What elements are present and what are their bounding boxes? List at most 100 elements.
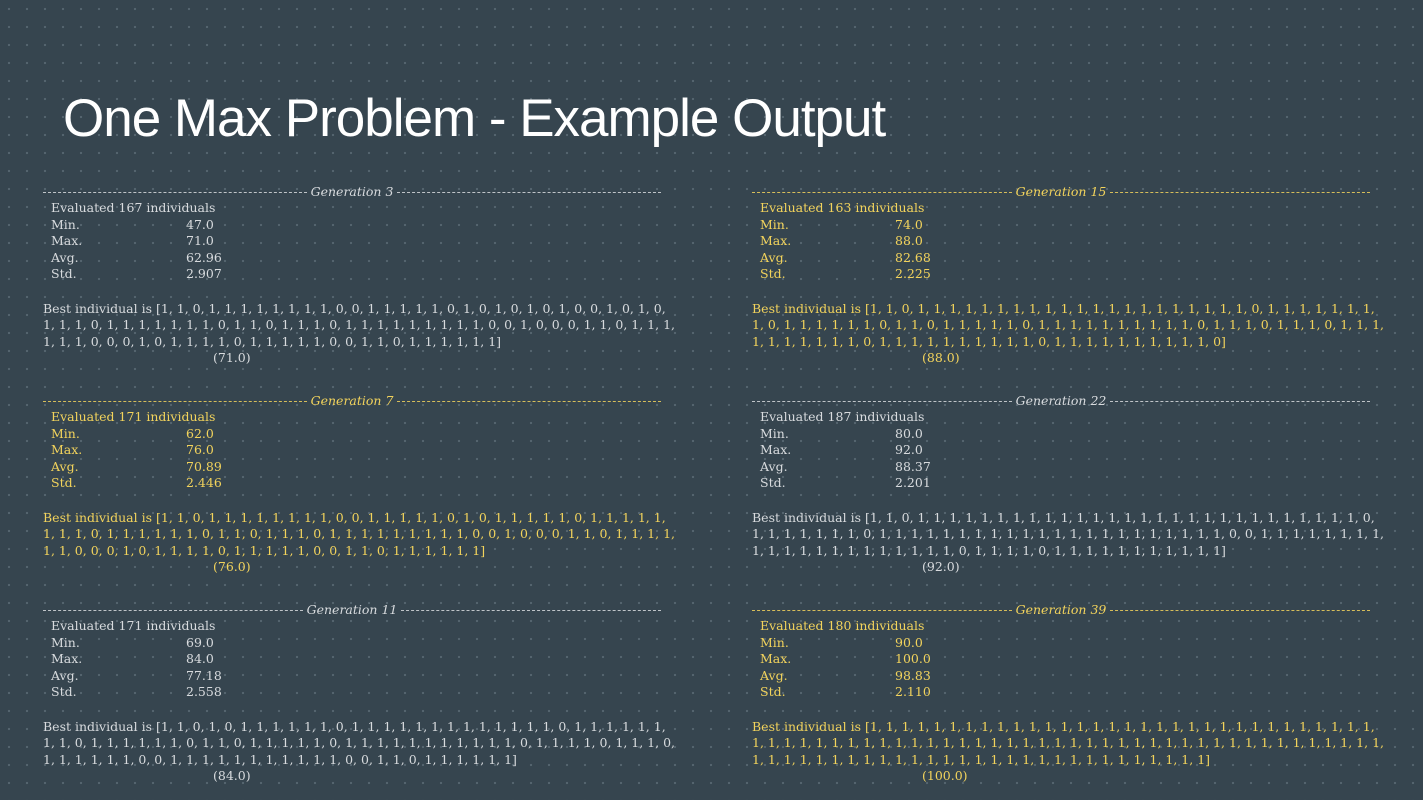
best-individual: Best individual is [1, 1, 0, 1, 0, 1, 1,… (43, 719, 679, 785)
generation-block: Generation 3 Evaluated 167 individuals M… (43, 184, 683, 367)
generation-label: Generation 39 (1015, 601, 1107, 617)
stats: Evaluated 171 individuals Min. 69.0 Max. 8… (43, 618, 683, 701)
stat-std: 2.907 (186, 266, 222, 281)
generation-header: Generation 22 (752, 393, 1370, 409)
stat-label-min: Min. (760, 425, 789, 441)
stat-avg: 70.89 (186, 458, 222, 474)
stat-label-std: Std. (51, 266, 77, 281)
divider (752, 191, 1012, 193)
generation-header: Generation 15 (752, 184, 1370, 200)
slide-title: One Max Problem - Example Output (63, 89, 886, 148)
stat-min: 74.0 (895, 216, 923, 232)
divider (752, 609, 1012, 611)
stat-label-min: Min. (760, 634, 789, 650)
best-fitness: (84.0) (213, 768, 251, 783)
stat-max: 76.0 (186, 442, 214, 457)
generation-header: Generation 39 (752, 602, 1370, 618)
stat-avg: 77.18 (186, 667, 222, 683)
evaluated-text: Evaluated 171 individuals (51, 618, 216, 633)
stat-max: 84.0 (186, 651, 214, 666)
stat-label-min: Min. (51, 425, 80, 441)
stat-avg: 98.83 (895, 667, 931, 683)
stat-label-avg: Avg. (51, 249, 79, 265)
best-label: Best individual is (752, 300, 861, 316)
stat-label-min: Min. (51, 216, 80, 232)
stats: Evaluated 163 individuals Min. 74.0 Max. 8… (752, 200, 1392, 283)
stat-label-max: Max. (760, 233, 792, 248)
evaluated-text: Evaluated 171 individuals (51, 409, 216, 424)
generation-block: Generation 7 Evaluated 171 individuals M… (43, 393, 683, 576)
divider (43, 191, 307, 193)
stat-min: 80.0 (895, 425, 923, 441)
stat-std: 2.558 (186, 684, 222, 699)
divider (1110, 400, 1370, 402)
best-label: Best individual is (752, 718, 861, 734)
best-individual: Best individual is [1, 1, 0, 1, 1, 1, 1,… (752, 301, 1388, 367)
best-label: Best individual is (43, 509, 152, 525)
stat-max: 71.0 (186, 233, 214, 248)
generation-label: Generation 7 (310, 392, 394, 408)
best-label: Best individual is (43, 300, 152, 316)
stat-label-std: Std. (51, 684, 77, 699)
stat-min: 47.0 (186, 216, 214, 232)
stat-std: 2.225 (895, 266, 931, 281)
stat-label-avg: Avg. (51, 458, 79, 474)
stat-label-avg: Avg. (760, 249, 788, 265)
stat-label-min: Min. (51, 634, 80, 650)
generation-block: Generation 15 Evaluated 163 individuals … (752, 184, 1392, 367)
generation-header: Generation 3 (43, 183, 662, 200)
generation-label: Generation 3 (310, 183, 394, 199)
divider (1110, 191, 1370, 193)
stat-label-max: Max. (760, 442, 792, 457)
best-individual: Best individual is [1, 1, 1, 1, 1, 1, 1,… (752, 719, 1388, 785)
best-fitness: (71.0) (213, 350, 251, 365)
stat-label-avg: Avg. (760, 667, 788, 683)
stat-min: 62.0 (186, 425, 214, 441)
stat-label-avg: Avg. (51, 667, 79, 683)
best-fitness: (88.0) (922, 350, 960, 365)
stat-std: 2.110 (895, 684, 931, 699)
stat-label-std: Std. (760, 475, 786, 490)
divider (397, 191, 662, 193)
stats: Evaluated 180 individuals Min. 90.0 Max. 1… (752, 618, 1392, 701)
stat-label-std: Std. (760, 684, 786, 699)
best-label: Best individual is (43, 718, 152, 734)
stat-std: 2.201 (895, 475, 931, 490)
best-fitness: (76.0) (213, 559, 251, 574)
stats: Evaluated 187 individuals Min. 80.0 Max. 9… (752, 409, 1392, 492)
stat-avg: 88.37 (895, 458, 931, 474)
divider (43, 609, 303, 611)
stat-label-avg: Avg. (760, 458, 788, 474)
stat-avg: 82.68 (895, 249, 931, 265)
divider (1110, 609, 1370, 611)
stat-label-max: Max. (760, 651, 792, 666)
best-individual: Best individual is [1, 1, 0, 1, 1, 1, 1,… (43, 510, 679, 576)
stat-max: 100.0 (895, 651, 931, 666)
stat-min: 69.0 (186, 634, 214, 650)
stat-label-max: Max. (51, 651, 83, 666)
best-individual: Best individual is [1, 1, 0, 1, 1, 1, 1,… (752, 510, 1388, 576)
stat-label-std: Std. (760, 266, 786, 281)
divider (43, 400, 307, 402)
generation-block: Generation 11 Evaluated 171 individuals … (43, 602, 683, 785)
evaluated-text: Evaluated 187 individuals (760, 409, 925, 424)
generation-block: Generation 39 Evaluated 180 individuals … (752, 602, 1392, 785)
stat-avg: 62.96 (186, 249, 222, 265)
generation-label: Generation 22 (1015, 392, 1107, 408)
best-label: Best individual is (752, 509, 861, 525)
stat-label-std: Std. (51, 475, 77, 490)
stat-label-max: Max. (51, 442, 83, 457)
stat-label-max: Max. (51, 233, 83, 248)
generation-block: Generation 22 Evaluated 187 individuals … (752, 393, 1392, 576)
generation-label: Generation 15 (1015, 183, 1107, 199)
evaluated-text: Evaluated 163 individuals (760, 200, 925, 215)
stat-label-min: Min. (760, 216, 789, 232)
stat-max: 92.0 (895, 442, 923, 457)
divider (752, 400, 1012, 402)
stat-max: 88.0 (895, 233, 923, 248)
divider (397, 400, 662, 402)
generation-header: Generation 7 (43, 392, 662, 409)
best-individual: Best individual is [1, 1, 0, 1, 1, 1, 1,… (43, 301, 679, 367)
stats: Evaluated 171 individuals Min. 62.0 Max. 7… (43, 409, 683, 492)
best-fitness: (100.0) (922, 768, 968, 783)
